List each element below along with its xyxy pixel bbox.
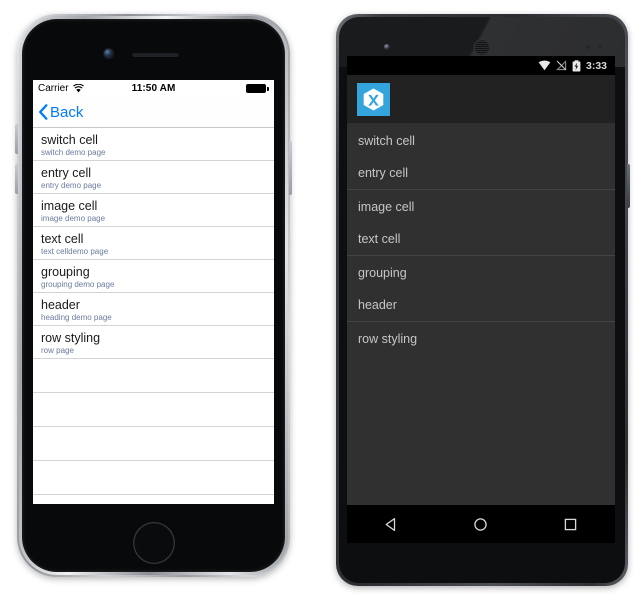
xamarin-logo-icon[interactable] (357, 82, 390, 116)
list-item[interactable]: header heading demo page (33, 293, 274, 326)
back-button-label: Back (50, 103, 84, 121)
list-item-label: entry cell (358, 166, 409, 180)
android-status-bar: 3:33 (347, 56, 615, 75)
list-item-subtitle: text celldemo page (41, 247, 109, 256)
list-item-title: header (41, 298, 80, 312)
battery-charging-icon (572, 59, 581, 71)
list-item[interactable]: image cell image demo page (33, 194, 274, 227)
android-navigation-bar (347, 505, 615, 543)
list-item[interactable]: switch cell switch demo page (33, 128, 274, 161)
ios-clock: 11:50 AM (131, 83, 176, 94)
list-item-label: image cell (358, 199, 415, 214)
list-item[interactable]: grouping grouping demo page (33, 260, 274, 293)
list-item-title: grouping (41, 265, 90, 279)
list-item[interactable]: header (347, 289, 615, 322)
front-camera-icon (384, 44, 390, 50)
list-item-title: text cell (41, 232, 84, 246)
empty-list-row (33, 393, 274, 427)
power-button[interactable] (289, 141, 292, 195)
list-item-subtitle: grouping demo page (41, 280, 115, 289)
list-item-label: header (358, 298, 397, 312)
list-item-label: grouping (358, 265, 407, 280)
android-device: 3:33 switch cell entry cell image cell t… (336, 14, 630, 586)
list-item-title: row styling (41, 331, 101, 345)
list-item[interactable]: grouping (347, 256, 615, 289)
ios-nav-bar: Back (33, 97, 274, 128)
list-item[interactable]: switch cell (347, 124, 615, 157)
list-item[interactable]: entry cell (347, 157, 615, 190)
android-clock: 3:33 (585, 59, 607, 72)
list-item-title: entry cell (41, 166, 92, 180)
ios-screen: Carrier 11:50 AM Back switch cell switch… (33, 80, 274, 504)
nav-back-triangle-icon (385, 517, 396, 531)
empty-list-row (33, 427, 274, 461)
list-item-subtitle: heading demo page (41, 313, 112, 322)
front-camera-icon (104, 49, 113, 58)
earpiece-speaker-icon (132, 52, 179, 57)
home-button[interactable] (132, 522, 175, 564)
list-item[interactable]: text cell (347, 223, 615, 256)
nav-recents-square-icon (564, 518, 577, 530)
android-list-view[interactable]: switch cell entry cell image cell text c… (347, 123, 615, 505)
chevron-left-icon (39, 103, 48, 120)
list-item-title: image cell (41, 199, 98, 213)
list-item-subtitle: row page (41, 346, 74, 355)
power-button[interactable] (627, 164, 630, 208)
list-item[interactable]: text cell text celldemo page (33, 227, 274, 260)
list-item-subtitle: entry demo page (41, 181, 102, 190)
list-item-label: row styling (358, 331, 418, 346)
list-item-subtitle: switch demo page (41, 148, 106, 157)
empty-list-row (33, 461, 274, 495)
earpiece-speaker-icon (473, 39, 491, 56)
no-signal-icon (556, 60, 567, 71)
nav-home-circle-icon (474, 517, 488, 531)
list-item-title: switch cell (41, 133, 98, 147)
xamarin-hexagon-glyph (363, 88, 384, 110)
proximity-sensor-icon (586, 45, 590, 49)
list-item[interactable]: row styling row page (33, 326, 274, 359)
android-screen: 3:33 switch cell entry cell image cell t… (347, 56, 615, 543)
iphone-device: Carrier 11:50 AM Back switch cell switch… (15, 14, 292, 577)
list-item-label: switch cell (358, 133, 415, 148)
list-item-label: text cell (358, 232, 401, 246)
ios-status-bar: Carrier 11:50 AM (33, 80, 274, 97)
ios-table-view[interactable]: switch cell switch demo page entry cell … (33, 128, 274, 495)
list-item-subtitle: image demo page (41, 214, 106, 223)
volume-up-button[interactable] (15, 124, 18, 154)
back-button[interactable]: Back (38, 104, 83, 121)
nav-recents-button[interactable] (548, 517, 592, 532)
nav-back-button[interactable] (370, 517, 414, 532)
empty-list-row (33, 359, 274, 393)
list-item[interactable]: row styling (347, 322, 615, 355)
screenshot-root: Carrier 11:50 AM Back switch cell switch… (0, 0, 644, 600)
light-sensor-icon (598, 45, 602, 49)
android-action-bar (347, 75, 615, 123)
list-item[interactable]: entry cell entry demo page (33, 161, 274, 194)
wifi-icon (538, 60, 551, 71)
nav-home-button[interactable] (459, 517, 503, 532)
list-item[interactable]: image cell (347, 190, 615, 223)
volume-down-button[interactable] (15, 164, 18, 194)
